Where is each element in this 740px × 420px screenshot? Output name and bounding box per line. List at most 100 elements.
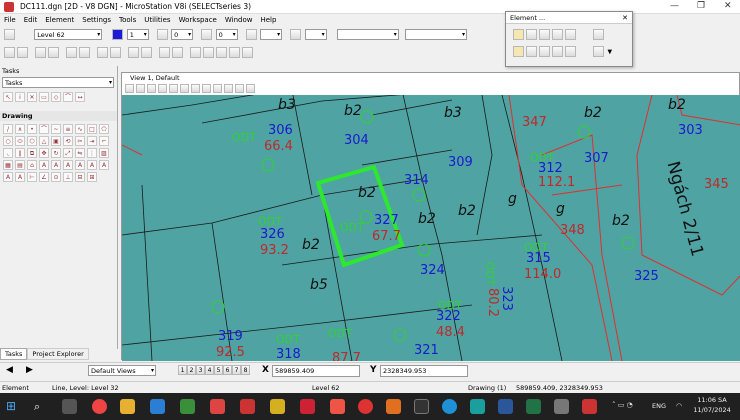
level-combo[interactable]: Level 62 xyxy=(34,29,103,40)
element-selection-icon[interactable] xyxy=(513,29,524,40)
element-dialog-close-icon[interactable]: ✕ xyxy=(622,12,628,24)
select-tool-icon[interactable]: ↖ xyxy=(3,92,13,102)
modify-icon[interactable]: ⟲ xyxy=(63,136,73,146)
block-icon[interactable]: □ xyxy=(87,124,97,134)
dim-radial-icon[interactable]: ⊙ xyxy=(51,172,61,182)
fillet-icon[interactable]: ◟ xyxy=(3,148,13,158)
element-info-icon[interactable]: i xyxy=(15,92,25,102)
deselect-icon[interactable] xyxy=(593,46,605,57)
extend-icon[interactable]: ⇥ xyxy=(87,136,97,146)
level-manager-icon[interactable] xyxy=(4,29,15,40)
raster-icon[interactable] xyxy=(48,47,59,58)
view-button-5[interactable]: 5 xyxy=(214,365,223,375)
place-line-icon[interactable]: / xyxy=(3,124,13,134)
dim-ord-icon[interactable]: ⊥ xyxy=(63,172,73,182)
transparency-combo[interactable] xyxy=(260,29,283,40)
scale-icon[interactable]: ⤢ xyxy=(63,148,73,158)
clock-date[interactable]: 11/07/2024 xyxy=(690,406,734,414)
text-copy-icon[interactable]: A xyxy=(99,160,109,170)
menu-file[interactable]: File xyxy=(0,14,20,24)
chamfer-icon[interactable]: ⌐ xyxy=(99,136,109,146)
light-icon[interactable] xyxy=(110,47,121,58)
menu-help[interactable]: Help xyxy=(256,14,280,24)
regular-polygon-icon[interactable]: △ xyxy=(39,136,49,146)
task-view-icon[interactable] xyxy=(62,399,77,414)
element-dialog[interactable]: Element ... ✕ ▼ xyxy=(505,11,633,67)
circle-icon[interactable]: ○ xyxy=(3,136,13,146)
view-button-8[interactable]: 8 xyxy=(241,365,250,375)
fit-view-icon[interactable] xyxy=(180,84,189,93)
models-icon[interactable] xyxy=(66,47,77,58)
view-next-icon[interactable] xyxy=(224,84,233,93)
stream-icon[interactable]: ∿ xyxy=(75,124,85,134)
copy-icon[interactable]: ⧉ xyxy=(27,148,37,158)
language-indicator[interactable]: ENG xyxy=(652,402,666,410)
menu-window[interactable]: Window xyxy=(221,14,257,24)
minimize-icon[interactable]: — xyxy=(670,1,679,11)
new-file-icon[interactable] xyxy=(4,47,15,58)
display-style-icon[interactable] xyxy=(97,47,108,58)
app-icon-10[interactable] xyxy=(386,399,401,414)
copy-view-icon[interactable] xyxy=(235,84,244,93)
multiline-icon[interactable]: ≡ xyxy=(63,124,73,134)
menu-workspace[interactable]: Workspace xyxy=(175,14,221,24)
update-view-icon[interactable] xyxy=(136,84,145,93)
view-button-7[interactable]: 7 xyxy=(232,365,241,375)
color-swatch-icon[interactable] xyxy=(112,29,124,40)
fill-icon[interactable]: ▣ xyxy=(51,136,61,146)
text-node-icon[interactable]: A xyxy=(63,160,73,170)
priority-combo[interactable] xyxy=(304,29,327,40)
x-coordinate-field[interactable]: 589859.409 xyxy=(272,365,360,377)
app-icon-8[interactable] xyxy=(330,399,345,414)
tab-tasks[interactable]: Tasks xyxy=(0,348,28,360)
wifi-icon[interactable]: ◠ xyxy=(676,402,682,410)
maximize-icon[interactable]: ❐ xyxy=(697,1,705,11)
tasks-dropdown[interactable]: Tasks xyxy=(2,77,114,88)
dialog-expand-icon[interactable]: ▼ xyxy=(607,49,612,56)
ellipse-icon[interactable]: ⬭ xyxy=(15,136,25,146)
reference-icon[interactable] xyxy=(35,47,46,58)
edge-icon[interactable] xyxy=(442,399,457,414)
app-icon-3[interactable] xyxy=(180,399,195,414)
array-icon[interactable]: ⋮ xyxy=(87,148,97,158)
view-attributes-icon[interactable] xyxy=(159,47,170,58)
shape-icon[interactable]: ⬠ xyxy=(99,124,109,134)
weight-combo[interactable]: 0 xyxy=(171,29,194,40)
clip-volume-icon[interactable] xyxy=(246,84,255,93)
windows-start-icon[interactable]: ⊞ xyxy=(6,399,21,414)
tray-icons[interactable]: ˄ ▭ ◔ xyxy=(612,401,633,409)
level-filter-icon[interactable] xyxy=(141,47,152,58)
menu-utilities[interactable]: Utilities xyxy=(140,14,174,24)
dim-edit-icon[interactable]: ⊟ xyxy=(75,172,85,182)
clear-mode-icon[interactable] xyxy=(565,46,576,57)
plot-icon[interactable] xyxy=(229,47,240,58)
cell-icon[interactable]: ▤ xyxy=(15,160,25,170)
menu-settings[interactable]: Settings xyxy=(78,14,115,24)
select-shape-icon[interactable] xyxy=(539,29,550,40)
weight-icon[interactable] xyxy=(156,29,168,40)
fence-icon[interactable]: ▭ xyxy=(39,92,49,102)
text-incr-icon[interactable]: A xyxy=(3,172,13,182)
app-icon-4[interactable] xyxy=(210,399,225,414)
help-icon[interactable] xyxy=(242,47,253,58)
add-mode-icon[interactable] xyxy=(526,46,537,57)
group-icon[interactable]: ◇ xyxy=(51,92,61,102)
pan-view-icon[interactable] xyxy=(202,84,211,93)
dim-angle-icon[interactable]: ∠ xyxy=(39,172,49,182)
view-button-4[interactable]: 4 xyxy=(205,365,214,375)
dim-geo-icon[interactable]: ⊞ xyxy=(87,172,97,182)
dimension-icon[interactable]: ↔ xyxy=(75,92,85,102)
app-icon-7[interactable] xyxy=(300,399,315,414)
select-rect-icon[interactable] xyxy=(526,29,537,40)
y-coordinate-field[interactable]: 2328349.953 xyxy=(380,365,468,377)
app-icon-6[interactable] xyxy=(270,399,285,414)
drawing-canvas[interactable]: 306 304 309 314 312 307 303 327 326 324 … xyxy=(122,95,740,361)
app-icon-5[interactable] xyxy=(240,399,255,414)
word-icon[interactable] xyxy=(498,399,513,414)
smartline-icon[interactable]: ∧ xyxy=(15,124,25,134)
style-combo[interactable]: 0 xyxy=(215,29,238,40)
view-attributes-btn-icon[interactable] xyxy=(125,84,134,93)
file-explorer-icon[interactable] xyxy=(120,399,135,414)
forward-icon[interactable]: ▶ xyxy=(26,365,33,375)
delete-tool-icon[interactable]: ✕ xyxy=(27,92,37,102)
